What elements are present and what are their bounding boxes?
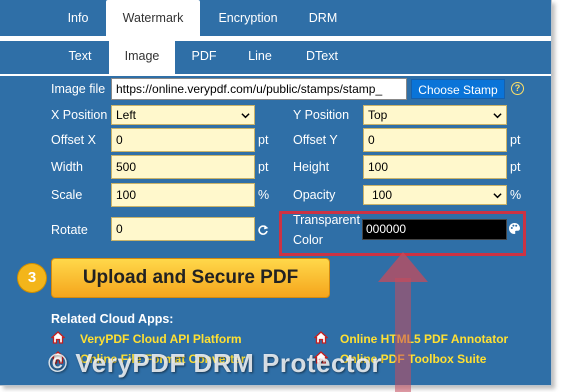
tab-pdf[interactable]: PDF: [182, 41, 226, 74]
step-number-badge: 3: [18, 264, 46, 292]
app-panel: Info Watermark Encryption DRM Text Image…: [0, 0, 552, 386]
opacity-unit: %: [510, 188, 522, 202]
app-link-html5-annotator[interactable]: Online HTML5 PDF Annotator: [340, 332, 508, 346]
x-position-select[interactable]: Left: [111, 105, 255, 125]
x-position-label: X Position: [51, 108, 108, 122]
palette-icon[interactable]: [508, 222, 521, 235]
tab-encryption[interactable]: Encryption: [210, 0, 286, 36]
transparent-color-label-line2: Color: [293, 233, 323, 247]
scale-label: Scale: [51, 188, 83, 202]
chevron-down-icon: [493, 193, 502, 199]
question-circle-icon[interactable]: ?: [511, 82, 524, 95]
image-file-input[interactable]: https://online.verypdf.com/u/public/stam…: [111, 78, 407, 100]
tab-drm[interactable]: DRM: [300, 0, 346, 36]
offset-y-input[interactable]: 0: [363, 128, 507, 152]
opacity-select[interactable]: 100: [363, 185, 507, 205]
rotate-input[interactable]: 0: [111, 217, 255, 241]
offset-y-label: Offset Y: [293, 133, 338, 147]
y-position-label: Y Position: [293, 108, 350, 122]
opacity-value: 100: [372, 188, 393, 202]
width-label: Width: [51, 160, 83, 174]
y-position-value: Top: [368, 108, 388, 122]
transparent-color-label: Transparent: [293, 213, 360, 227]
width-unit: pt: [258, 160, 269, 174]
scale-input[interactable]: 100: [111, 183, 255, 207]
transparent-color-input[interactable]: 000000: [362, 219, 507, 240]
offset-x-input[interactable]: 0: [111, 128, 255, 152]
tab-line[interactable]: Line: [238, 41, 282, 74]
height-input[interactable]: 100: [363, 155, 507, 179]
main-tab-bar: Info Watermark Encryption DRM: [0, 0, 551, 36]
tab-dtext[interactable]: DText: [294, 41, 350, 74]
opacity-label: Opacity: [293, 188, 336, 202]
y-position-select[interactable]: Top: [363, 105, 507, 125]
house-icon: [314, 331, 328, 344]
tab-watermark[interactable]: Watermark: [106, 0, 200, 36]
related-apps-heading: Related Cloud Apps:: [51, 312, 174, 326]
tab-text[interactable]: Text: [52, 41, 108, 74]
app-link-cloud-api[interactable]: VeryPDF Cloud API Platform: [80, 332, 242, 346]
height-label: Height: [293, 160, 330, 174]
house-icon: [51, 331, 65, 344]
height-unit: pt: [510, 160, 521, 174]
rotate-label: Rotate: [51, 223, 88, 237]
upload-and-secure-button[interactable]: Upload and Secure PDF: [51, 258, 330, 298]
watermark-overlay-text: © VeryPDF DRM Protector: [48, 348, 383, 378]
image-file-label: Image file: [51, 82, 106, 96]
offset-x-label: Offset X: [51, 133, 96, 147]
chevron-down-icon: [241, 113, 250, 119]
x-position-value: Left: [116, 108, 137, 122]
tab-info[interactable]: Info: [50, 0, 106, 36]
chevron-down-icon: [493, 113, 502, 119]
refresh-icon[interactable]: [257, 224, 269, 236]
subtab-divider: [0, 74, 551, 76]
offset-y-unit: pt: [510, 133, 521, 147]
watermark-tab-bar: Text Image PDF Line DText: [0, 41, 551, 74]
scale-unit: %: [258, 188, 270, 202]
tab-image[interactable]: Image: [109, 41, 175, 74]
choose-stamp-button[interactable]: Choose Stamp: [411, 79, 505, 99]
width-input[interactable]: 500: [111, 155, 255, 179]
offset-x-unit: pt: [258, 133, 269, 147]
